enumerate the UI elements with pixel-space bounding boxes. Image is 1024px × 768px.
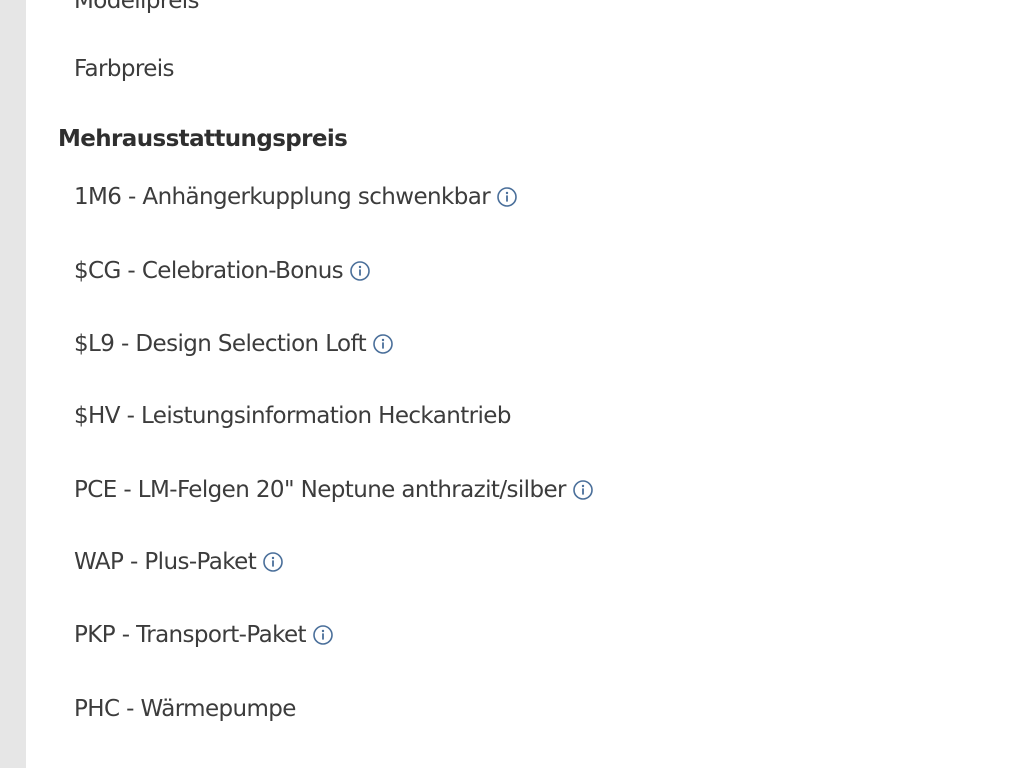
equipment-item-cg: $CG - Celebration-Bonus	[74, 256, 371, 286]
equipment-item-label: PKP - Transport-Paket	[74, 622, 307, 648]
equipment-item-wap: WAP - Plus-Paket	[74, 547, 284, 577]
info-icon[interactable]	[572, 479, 594, 501]
equipment-item-label: PCE - LM-Felgen 20" Neptune anthrazit/si…	[74, 477, 566, 503]
info-icon[interactable]	[262, 551, 284, 573]
color-price-text: Farbpreis	[74, 56, 175, 82]
equipment-item-label: $HV - Leistungsinformation Heckantrieb	[74, 403, 511, 429]
color-price-label: Farbpreis	[74, 54, 175, 84]
equipment-item-label: PHC - Wärmepumpe	[74, 696, 296, 722]
equipment-item-label: WAP - Plus-Paket	[74, 549, 257, 575]
equipment-item-pce: PCE - LM-Felgen 20" Neptune anthrazit/si…	[74, 475, 594, 505]
model-price-text: Modellpreis	[74, 0, 200, 14]
equipment-item-hv: $HV - Leistungsinformation Heckantrieb	[74, 401, 511, 431]
info-icon[interactable]	[496, 186, 518, 208]
model-price-label: Modellpreis	[74, 0, 200, 16]
equipment-item-label: $CG - Celebration-Bonus	[74, 258, 344, 284]
left-gutter	[0, 0, 26, 768]
price-breakdown-panel: Modellpreis Farbpreis Mehrausstattungspr…	[26, 0, 1024, 768]
info-icon[interactable]	[312, 624, 334, 646]
equipment-item-label: 1M6 - Anhängerkupplung schwenkbar	[74, 184, 491, 210]
equipment-item-label: $L9 - Design Selection Loft	[74, 331, 367, 357]
info-icon[interactable]	[349, 260, 371, 282]
info-icon[interactable]	[372, 333, 394, 355]
extra-equipment-heading: Mehrausstattungspreis	[58, 126, 348, 152]
equipment-item-l9: $L9 - Design Selection Loft	[74, 329, 394, 359]
equipment-item-1m6: 1M6 - Anhängerkupplung schwenkbar	[74, 182, 518, 212]
equipment-item-phc: PHC - Wärmepumpe	[74, 694, 296, 724]
equipment-item-pkp: PKP - Transport-Paket	[74, 620, 334, 650]
